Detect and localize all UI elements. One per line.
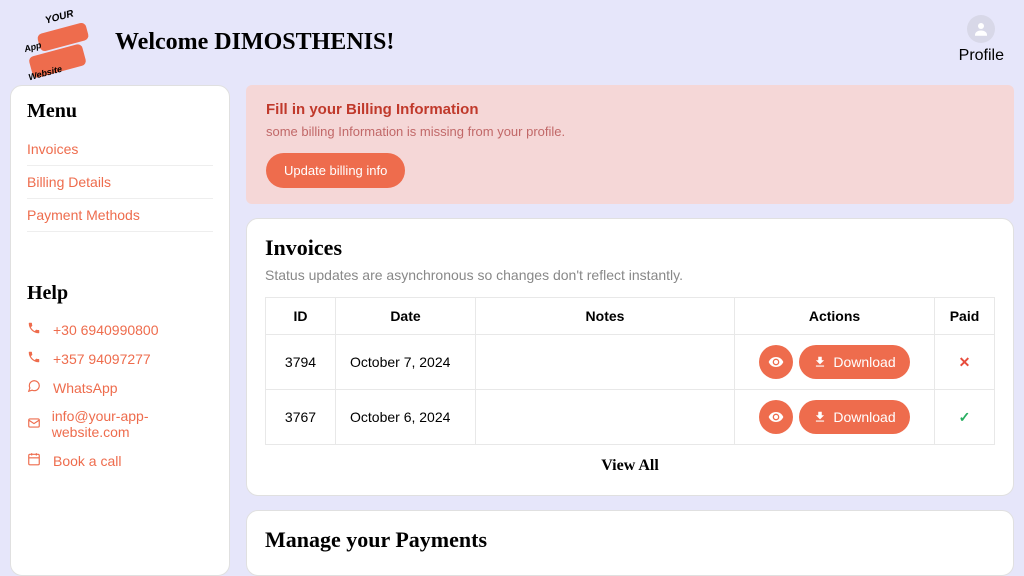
- calendar-icon: [27, 452, 43, 469]
- invoices-card: Invoices Status updates are asynchronous…: [246, 218, 1014, 496]
- alert-title: Fill in your Billing Information: [266, 101, 994, 118]
- eye-icon: [768, 409, 784, 425]
- logo[interactable]: YOUR App Website: [20, 10, 90, 75]
- welcome-heading: Welcome DIMOSTHENIS!: [115, 29, 394, 56]
- help-whatsapp[interactable]: WhatsApp: [27, 373, 213, 402]
- cell-id: 3767: [266, 390, 336, 445]
- payments-title: Manage your Payments: [265, 527, 995, 553]
- cell-date: October 6, 2024: [336, 390, 476, 445]
- download-label: Download: [833, 354, 895, 370]
- sidebar: Menu Invoices Billing Details Payment Me…: [10, 85, 230, 576]
- cell-notes: [476, 335, 735, 390]
- whatsapp-icon: [27, 379, 43, 396]
- help-phone-cy[interactable]: +357 94097277: [27, 344, 213, 373]
- invoices-subtitle: Status updates are asynchronous so chang…: [265, 267, 995, 283]
- update-billing-button[interactable]: Update billing info: [266, 153, 405, 188]
- cell-date: October 7, 2024: [336, 335, 476, 390]
- view-invoice-button[interactable]: [759, 345, 793, 379]
- cell-actions: Download: [735, 390, 935, 445]
- help-book-call[interactable]: Book a call: [27, 446, 213, 475]
- download-label: Download: [833, 409, 895, 425]
- eye-icon: [768, 354, 784, 370]
- alert-text: some billing Information is missing from…: [266, 124, 994, 139]
- x-icon: ✕: [959, 354, 971, 370]
- help-label: WhatsApp: [53, 380, 118, 396]
- invoices-title: Invoices: [265, 235, 995, 261]
- help-label: info@your-app-website.com: [52, 408, 213, 440]
- logo-text-app: App: [23, 40, 42, 54]
- col-notes: Notes: [476, 298, 735, 335]
- help-email[interactable]: info@your-app-website.com: [27, 402, 213, 446]
- cell-paid: ✕: [935, 335, 995, 390]
- sidebar-item-invoices[interactable]: Invoices: [27, 133, 213, 166]
- invoices-table: ID Date Notes Actions Paid 3794 October …: [265, 297, 995, 445]
- help-label: +30 6940990800: [53, 322, 159, 338]
- col-date: Date: [336, 298, 476, 335]
- user-avatar-icon: [967, 15, 995, 43]
- col-actions: Actions: [735, 298, 935, 335]
- content-area: Fill in your Billing Information some bi…: [246, 85, 1014, 576]
- phone-icon: [27, 350, 43, 367]
- cell-paid: ✓: [935, 390, 995, 445]
- billing-alert: Fill in your Billing Information some bi…: [246, 85, 1014, 204]
- profile-menu[interactable]: Profile: [959, 15, 1004, 65]
- cell-notes: [476, 390, 735, 445]
- mail-icon: [27, 416, 42, 433]
- table-row: 3794 October 7, 2024 Download: [266, 335, 995, 390]
- menu-title: Menu: [27, 100, 213, 123]
- payments-card: Manage your Payments: [246, 510, 1014, 576]
- download-icon: [813, 355, 827, 369]
- help-phone-gr[interactable]: +30 6940990800: [27, 315, 213, 344]
- phone-icon: [27, 321, 43, 338]
- cell-actions: Download: [735, 335, 935, 390]
- help-label: Book a call: [53, 453, 121, 469]
- download-icon: [813, 410, 827, 424]
- download-invoice-button[interactable]: Download: [799, 400, 909, 434]
- view-invoice-button[interactable]: [759, 400, 793, 434]
- col-id: ID: [266, 298, 336, 335]
- col-paid: Paid: [935, 298, 995, 335]
- cell-id: 3794: [266, 335, 336, 390]
- profile-label: Profile: [959, 47, 1004, 65]
- header: YOUR App Website Welcome DIMOSTHENIS! Pr…: [0, 0, 1024, 85]
- table-row: 3767 October 6, 2024 Download: [266, 390, 995, 445]
- help-title: Help: [27, 282, 213, 305]
- sidebar-item-payment-methods[interactable]: Payment Methods: [27, 199, 213, 232]
- help-label: +357 94097277: [53, 351, 151, 367]
- view-all-link[interactable]: View All: [265, 445, 995, 479]
- logo-text-your: YOUR: [44, 8, 75, 26]
- check-icon: ✓: [959, 409, 971, 425]
- download-invoice-button[interactable]: Download: [799, 345, 909, 379]
- sidebar-item-billing-details[interactable]: Billing Details: [27, 166, 213, 199]
